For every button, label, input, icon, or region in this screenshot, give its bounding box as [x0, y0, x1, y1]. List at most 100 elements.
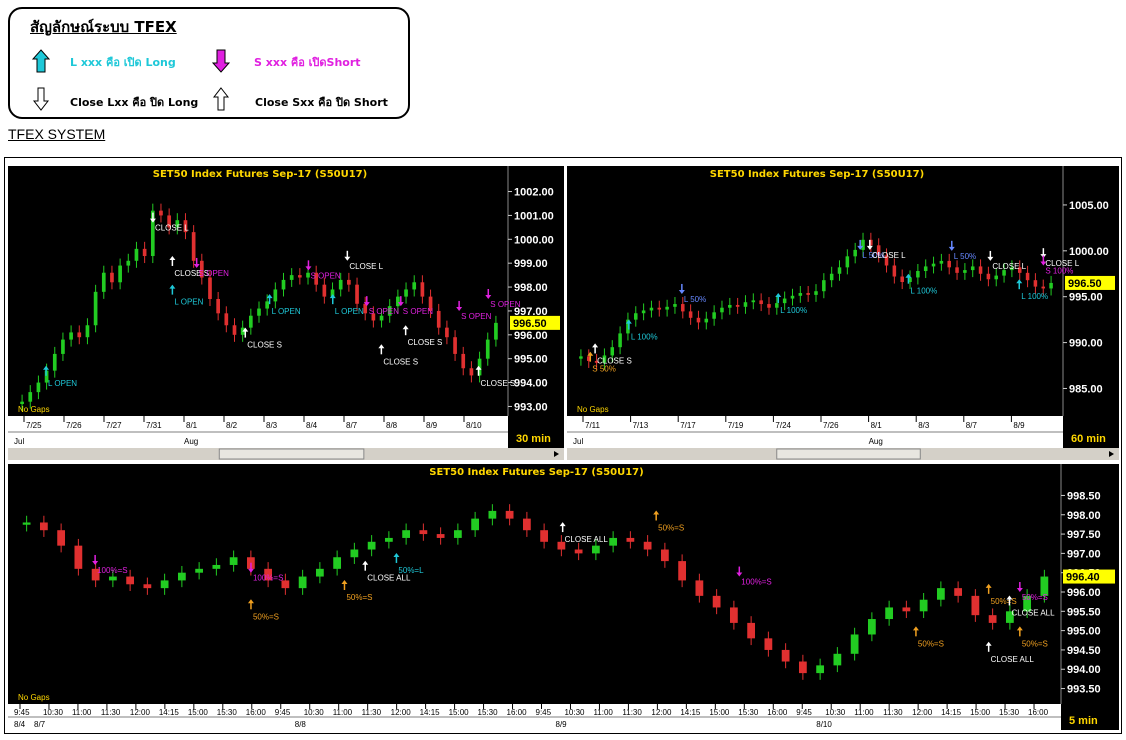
candle [191, 225, 196, 268]
x-tick-label: 11:00 [854, 708, 874, 717]
candle [936, 581, 945, 607]
scrollbar-thumb[interactable] [776, 448, 921, 460]
x-tick-label: 7/27 [106, 421, 122, 430]
candle [298, 569, 307, 595]
x-tick-label: 8/8 [386, 421, 398, 430]
x-tick-label: 7/13 [633, 421, 649, 430]
candle [767, 297, 771, 315]
y-tick-label: 990.00 [1069, 338, 1103, 350]
y-tick-label: 1005.00 [1069, 200, 1109, 212]
candle [488, 504, 497, 526]
candle [322, 277, 327, 304]
candle [971, 589, 980, 622]
candle [273, 282, 278, 309]
x-date-label: 8/10 [816, 720, 832, 729]
annotation-arrow-icon [402, 325, 409, 336]
annotation-label: 100%=S [741, 578, 771, 587]
candle [126, 253, 131, 273]
candle [641, 303, 646, 321]
candle [229, 550, 238, 572]
candle [781, 643, 790, 669]
candle [61, 332, 65, 361]
x-tick-label: 14:15 [159, 708, 180, 717]
candle [939, 253, 944, 271]
candle [923, 259, 928, 279]
candle [649, 300, 654, 318]
x-tick-label: 11:00 [333, 708, 353, 717]
chart-svg: SET50 Index Futures Sep-17 (S50U17) 1005.… [567, 166, 1119, 460]
candle [224, 306, 229, 333]
candle [85, 318, 90, 345]
candle [1049, 275, 1053, 296]
candle [790, 288, 795, 306]
y-tick-label: 1001.00 [514, 210, 554, 222]
candle [729, 600, 738, 630]
x-tick-label: 15:30 [999, 708, 1020, 717]
candle [678, 554, 687, 588]
candle [688, 304, 693, 325]
candle [814, 284, 818, 302]
y-tick-label: 993.50 [1067, 684, 1101, 696]
x-tick-label: 16:00 [246, 708, 267, 717]
candle [453, 330, 457, 361]
candle [673, 297, 677, 314]
chart-title: SET50 Index Futures Sep-17 (S50U17) [153, 169, 367, 180]
candle [195, 562, 204, 580]
candle [110, 265, 114, 290]
x-tick-label: 9:45 [14, 708, 30, 717]
no-gaps-note: No Gaps [18, 405, 50, 414]
candle [986, 266, 991, 287]
annotation-label: S 100% [1045, 267, 1073, 276]
legend-box: สัญลักษณ์ระบบ TFEX L xxx คือ เปิด Long S… [8, 7, 410, 119]
candle [1025, 265, 1030, 288]
candle [57, 523, 66, 553]
annotation-arrow-icon [169, 284, 176, 295]
y-tick-label: 995.00 [1067, 626, 1101, 638]
x-tick-label: 8/3 [918, 421, 930, 430]
x-tick-label: 15:00 [449, 708, 470, 717]
candle [845, 249, 850, 275]
x-tick-label: 11:30 [362, 708, 382, 717]
annotation-label: CLOSE L [349, 262, 383, 271]
annotation-arrow-icon [987, 250, 994, 261]
scrollbar-thumb[interactable] [218, 448, 365, 460]
candle [22, 515, 31, 532]
current-price-label: 996.50 [513, 318, 547, 330]
candle [735, 297, 740, 314]
x-tick-label: 8/1 [186, 421, 198, 430]
candle [728, 297, 732, 315]
candle [212, 558, 221, 576]
annotation-label: 50%=S [346, 593, 372, 602]
annotation-arrow-icon [678, 283, 685, 294]
x-tick-label: 11:30 [622, 708, 642, 717]
y-tick-label: 1002.00 [514, 187, 554, 199]
y-tick-label: 995.50 [1067, 606, 1101, 618]
x-tick-label: 11:00 [593, 708, 613, 717]
y-tick-label: 996.00 [1067, 587, 1101, 599]
candle [505, 504, 514, 526]
chart-title: SET50 Index Futures Sep-17 (S50U17) [710, 169, 924, 180]
y-tick-label: 998.50 [1067, 490, 1101, 502]
candle [101, 265, 106, 299]
candle [461, 346, 466, 376]
x-tick-label: 10:30 [43, 708, 64, 717]
annotation-arrow-icon [736, 566, 743, 577]
candle [695, 573, 704, 603]
annotation-label: CLOSE S [247, 341, 282, 350]
x-tick-label: 11:30 [883, 708, 903, 717]
annotation-arrow-icon [912, 626, 919, 637]
candle [419, 523, 428, 541]
x-month-label: Jul [14, 437, 24, 446]
annotation-label: S 50% [592, 365, 616, 374]
annotation-arrow-icon [1016, 626, 1023, 637]
x-tick-label: 7/11 [585, 421, 601, 430]
timeframe-label: 60 min [1071, 433, 1106, 445]
legend-title: สัญลักษณ์ระบบ TFEX [30, 18, 177, 36]
x-month-label: Aug [184, 437, 198, 446]
annotation-label: CLOSE ALL [1011, 608, 1055, 617]
y-tick-label: 999.00 [514, 258, 548, 270]
candle [696, 310, 701, 330]
x-tick-label: 11:00 [72, 708, 92, 717]
arrow-up-filled-icon [32, 49, 50, 73]
chart-title: SET50 Index Futures Sep-17 (S50U17) [429, 467, 643, 478]
